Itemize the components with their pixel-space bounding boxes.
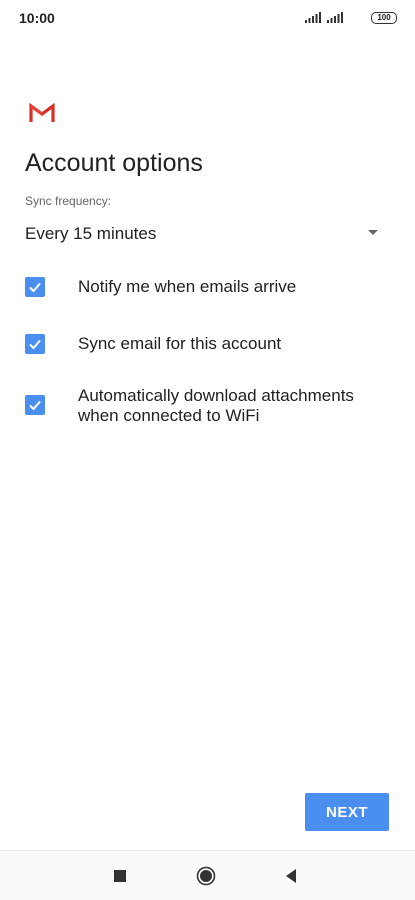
option-notify-emails[interactable]: Notify me when emails arrive: [25, 276, 385, 298]
home-icon[interactable]: [195, 865, 217, 887]
checkmark-icon: [29, 282, 41, 293]
next-button[interactable]: NEXT: [305, 793, 389, 831]
screen: 10:00 100 Account options Sync frequency…: [0, 0, 415, 900]
notify-label: Notify me when emails arrive: [78, 277, 297, 296]
sync-frequency-dropdown[interactable]: Every 15 minutes: [25, 221, 383, 247]
option-sync-email[interactable]: Sync email for this account: [25, 333, 385, 355]
sync-frequency-value: Every 15 minutes: [25, 224, 157, 243]
navigation-bar: [0, 851, 415, 900]
option-download-attachments[interactable]: Automatically download attachments when …: [25, 386, 385, 428]
status-bar: 10:00 100: [0, 0, 415, 36]
checkmark-icon: [29, 400, 41, 411]
download-attachments-label: Automatically download attachments when …: [78, 386, 354, 425]
battery-indicator: 100: [371, 12, 397, 24]
signal-icon: [305, 12, 321, 23]
recent-apps-icon[interactable]: [109, 865, 131, 887]
checkmark-icon: [29, 339, 41, 350]
download-attachments-checkbox[interactable]: [25, 395, 45, 415]
page-title: Account options: [25, 149, 203, 177]
dropdown-arrow-icon: [368, 230, 378, 235]
status-time: 10:00: [19, 10, 55, 26]
signal-icon-2: [327, 12, 343, 23]
gmail-m-icon: [29, 103, 55, 122]
back-icon[interactable]: [280, 865, 302, 887]
sync-email-checkbox[interactable]: [25, 334, 45, 354]
notify-checkbox[interactable]: [25, 277, 45, 297]
sync-email-label: Sync email for this account: [78, 334, 282, 353]
sync-frequency-label: Sync frequency:: [25, 194, 112, 208]
